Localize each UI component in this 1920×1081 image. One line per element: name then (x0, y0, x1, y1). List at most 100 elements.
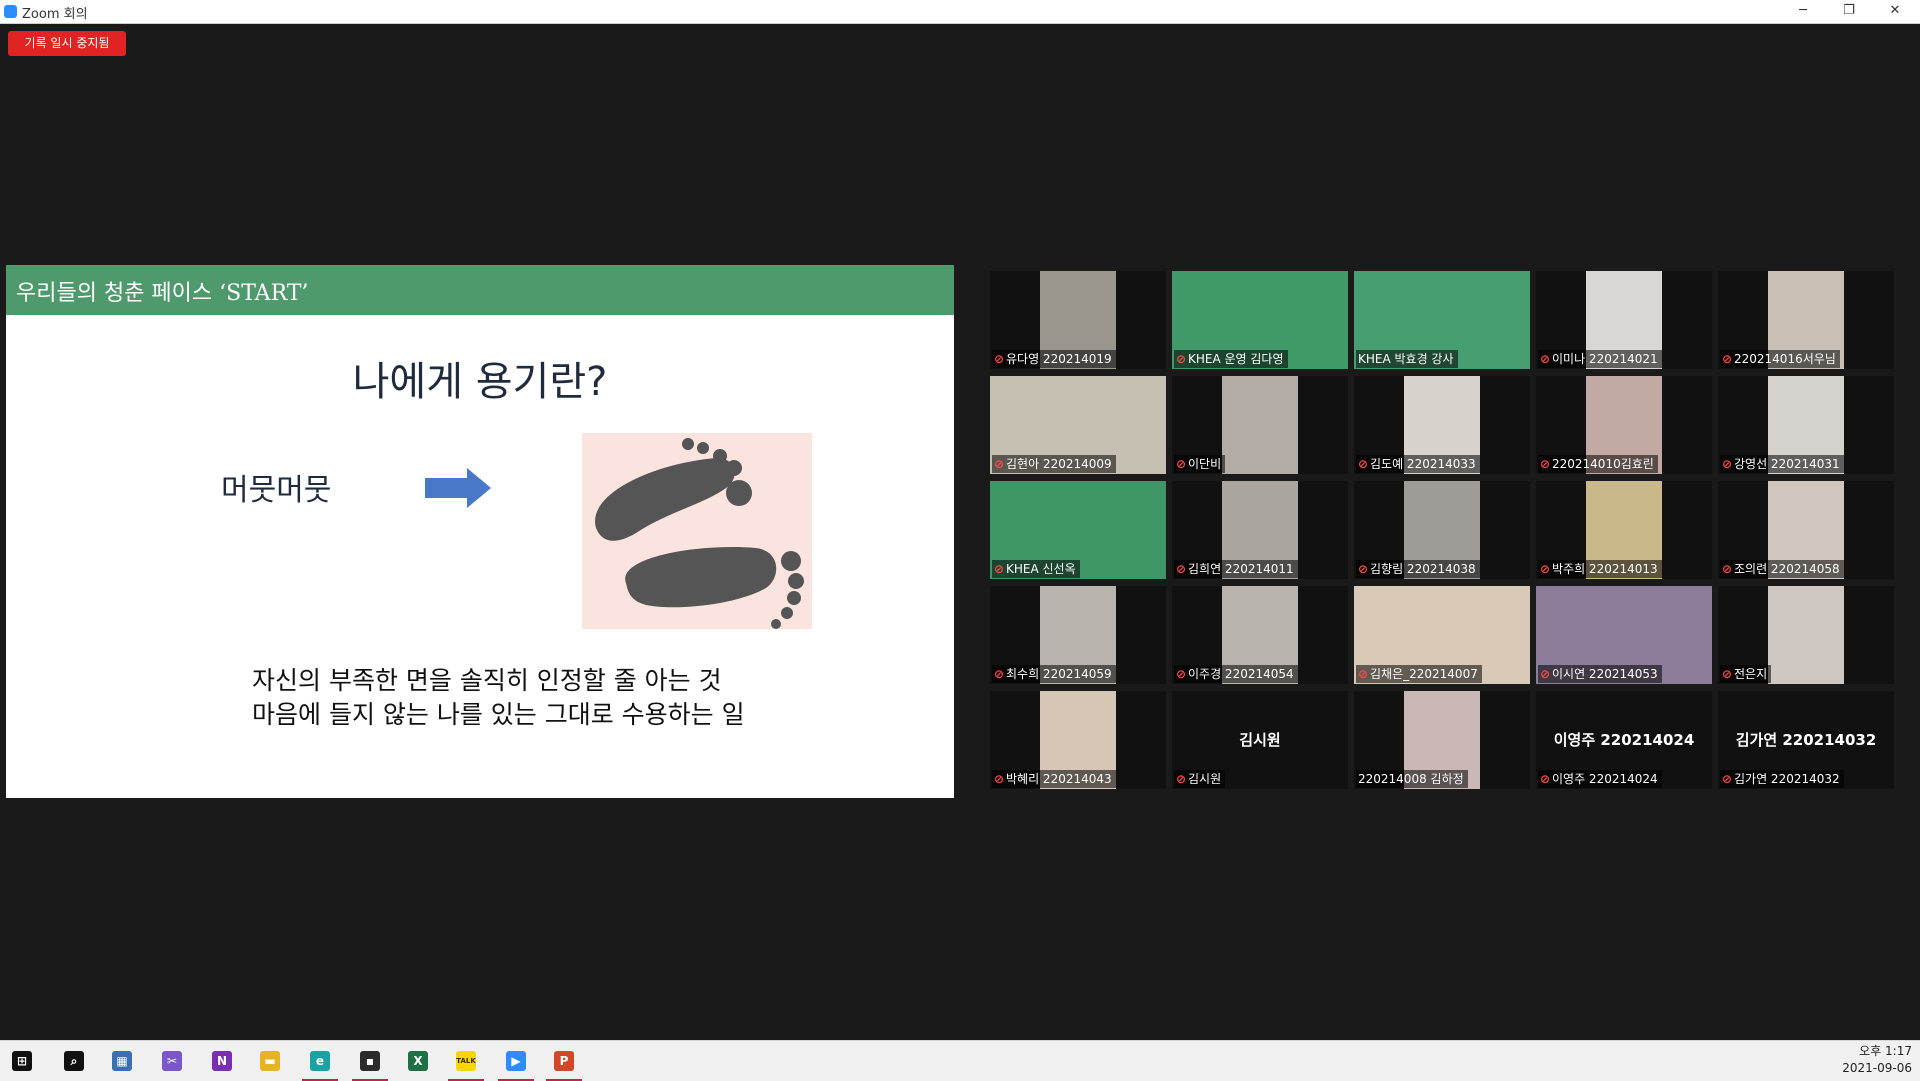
participant-tile[interactable]: ⊘ 박혜리 220214043 (990, 691, 1166, 789)
start-icon: ⊞ (12, 1051, 32, 1071)
clock-date: 2021-09-06 (1842, 1061, 1912, 1075)
muted-mic-icon: ⊘ (1722, 457, 1733, 471)
participant-name: 220214010김효린 (1552, 457, 1654, 471)
muted-mic-icon: ⊘ (1176, 667, 1187, 681)
participant-tile[interactable]: ⊘ KHEA 운영 김다영 (1172, 271, 1348, 369)
participant-name-label: ⊘ 이미나 220214021 (1538, 350, 1662, 368)
muted-mic-icon: ⊘ (994, 562, 1005, 576)
participant-name-label: KHEA 박효경 강사 (1356, 350, 1458, 368)
slide-word: 머뭇머뭇 (221, 473, 332, 508)
window-title: Zoom 회의 (22, 7, 88, 22)
participant-name: 220214016서우님 (1734, 352, 1836, 366)
participant-tile[interactable]: ⊘ 유다영 220214019 (990, 271, 1166, 369)
participant-tile[interactable]: ⊘ 김도예 220214033 (1354, 376, 1530, 474)
taskbar-button[interactable]: TALK (444, 1041, 488, 1081)
system-clock[interactable]: 오후 1:17 2021-09-06 (1842, 1043, 1912, 1077)
participant-name-label: ⊘ 박혜리 220214043 (992, 770, 1116, 788)
participant-name: 박혜리 220214043 (1006, 772, 1112, 786)
participant-name: 이주경 220214054 (1188, 667, 1294, 681)
taskbar-button[interactable]: ▪ (348, 1041, 392, 1081)
muted-mic-icon: ⊘ (1358, 667, 1369, 681)
taskbar-button[interactable]: ⌕ (52, 1041, 96, 1081)
restore-button[interactable]: ❐ (1826, 0, 1872, 23)
participant-name-label: ⊘ 김채은_220214007 (1356, 665, 1482, 683)
recording-paused-badge[interactable]: 기록 일시 중지됨 (8, 31, 126, 56)
calculator-icon: ▦ (112, 1051, 132, 1071)
participant-name-label: ⊘ 전은지 (1720, 665, 1772, 683)
search-icon: ⌕ (64, 1051, 84, 1071)
participant-tile[interactable]: ⊘ 이미나 220214021 (1536, 271, 1712, 369)
participant-name-label: ⊘ KHEA 신선옥 (992, 560, 1080, 578)
participant-tile[interactable]: ⊘ 김채은_220214007 (1354, 586, 1530, 684)
taskbar-button[interactable]: ✂ (150, 1041, 194, 1081)
participant-name: 박주희 220214013 (1552, 562, 1658, 576)
participant-name: 김도예 220214033 (1370, 457, 1476, 471)
participant-tile[interactable]: ⊘ 김현아 220214009 (990, 376, 1166, 474)
taskbar-button[interactable]: ▶ (494, 1041, 538, 1081)
participant-tile[interactable]: ⊘ 김희연 220214011 (1172, 481, 1348, 579)
participant-name: 김채은_220214007 (1370, 667, 1478, 681)
muted-mic-icon: ⊘ (1540, 562, 1551, 576)
participant-tile[interactable]: ⊘ 강영선 220214031 (1718, 376, 1894, 474)
file-explorer-icon: ▬ (260, 1051, 280, 1071)
participant-name-label: ⊘ 유다영 220214019 (992, 350, 1116, 368)
participant-name-label: ⊘ 이단비 (1174, 455, 1226, 473)
muted-mic-icon: ⊘ (1540, 457, 1551, 471)
kakaotalk-icon: TALK (456, 1051, 476, 1071)
participant-tile[interactable]: 김시원 ⊘ 김시원 (1172, 691, 1348, 789)
muted-mic-icon: ⊘ (994, 352, 1005, 366)
taskbar-button[interactable]: ▬ (248, 1041, 292, 1081)
onenote-icon: N (212, 1051, 232, 1071)
participant-tile[interactable]: ⊘ 이주경 220214054 (1172, 586, 1348, 684)
participant-tile[interactable]: 김가연 220214032 ⊘ 김가연 220214032 (1718, 691, 1894, 789)
participant-name-label: ⊘ 이영주 220214024 (1538, 770, 1662, 788)
shared-screen: 우리들의 청춘 페이스 ‘START’ 나에게 용기란? 머뭇머뭇 자신의 부족… (6, 265, 954, 798)
taskbar-button[interactable]: ⊞ (0, 1041, 44, 1081)
powerpoint-icon: P (554, 1051, 574, 1071)
participant-name: 김시원 (1188, 772, 1222, 786)
taskbar-button[interactable]: P (542, 1041, 586, 1081)
edge-icon: e (310, 1051, 330, 1071)
muted-mic-icon: ⊘ (1176, 772, 1187, 786)
taskbar-button[interactable]: e (298, 1041, 342, 1081)
participant-tile[interactable]: ⊘ 220214016서우님 (1718, 271, 1894, 369)
taskbar-button[interactable]: N (200, 1041, 244, 1081)
excel-icon: X (408, 1051, 428, 1071)
participant-tile[interactable]: ⊘ 최수희 220214059 (990, 586, 1166, 684)
participant-name-label: ⊘ 이주경 220214054 (1174, 665, 1298, 683)
muted-mic-icon: ⊘ (994, 772, 1005, 786)
participant-tile[interactable]: ⊘ 전은지 (1718, 586, 1894, 684)
participant-tile[interactable]: 이영주 220214024 ⊘ 이영주 220214024 (1536, 691, 1712, 789)
muted-mic-icon: ⊘ (1540, 352, 1551, 366)
participant-name: KHEA 박효경 강사 (1358, 352, 1454, 366)
participant-tile[interactable]: ⊘ 김향림 220214038 (1354, 481, 1530, 579)
close-button[interactable]: ✕ (1872, 0, 1918, 23)
participant-name: KHEA 신선옥 (1006, 562, 1076, 576)
participant-tile[interactable]: ⊘ 이시연 220214053 (1536, 586, 1712, 684)
participant-tile[interactable]: ⊘ 이단비 (1172, 376, 1348, 474)
taskbar-button[interactable]: X (396, 1041, 440, 1081)
participant-name-label: 220214008 김하정 (1356, 770, 1468, 788)
clock-time: 오후 1:17 (1859, 1044, 1912, 1058)
participant-name-label: ⊘ 최수희 220214059 (992, 665, 1116, 683)
muted-mic-icon: ⊘ (1358, 457, 1369, 471)
participant-gallery: ⊘ 유다영 220214019 ⊘ KHEA 운영 김다영 KHEA 박효경 강사 ⊘ 이미… (990, 271, 1896, 791)
participant-tile[interactable]: ⊘ 조의련 220214058 (1718, 481, 1894, 579)
participant-tile[interactable]: ⊘ 박주희 220214013 (1536, 481, 1712, 579)
participant-tile[interactable]: 220214008 김하정 (1354, 691, 1530, 789)
participant-tile[interactable]: KHEA 박효경 강사 (1354, 271, 1530, 369)
zoom-icon: ▶ (506, 1051, 526, 1071)
muted-mic-icon: ⊘ (994, 457, 1005, 471)
muted-mic-icon: ⊘ (1540, 667, 1551, 681)
participant-tile[interactable]: ⊘ KHEA 신선옥 (990, 481, 1166, 579)
muted-mic-icon: ⊘ (994, 667, 1005, 681)
minimize-button[interactable]: ─ (1780, 0, 1826, 23)
participant-tile[interactable]: ⊘ 220214010김효린 (1536, 376, 1712, 474)
taskbar-button[interactable]: ▦ (100, 1041, 144, 1081)
participant-name-label: ⊘ 김희연 220214011 (1174, 560, 1298, 578)
participant-name-label: ⊘ 김가연 220214032 (1720, 770, 1844, 788)
participant-name-label: ⊘ 220214010김효린 (1538, 455, 1658, 473)
participant-display-name: 김가연 220214032 (1735, 731, 1877, 749)
participant-name-label: ⊘ 김시원 (1174, 770, 1226, 788)
participant-name: 김현아 220214009 (1006, 457, 1112, 471)
